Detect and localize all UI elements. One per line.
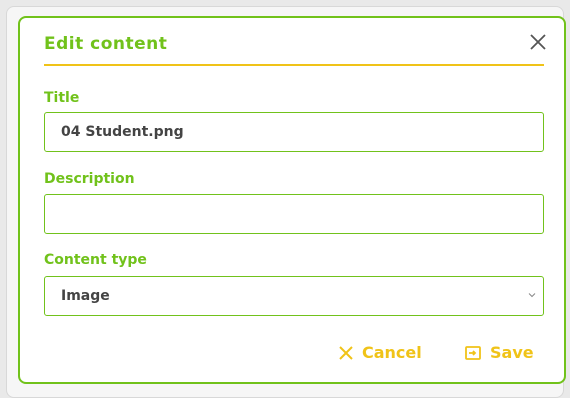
content-type-value: Image bbox=[61, 288, 110, 304]
description-label: Description bbox=[44, 171, 135, 187]
save-label: Save bbox=[490, 343, 534, 362]
save-button[interactable]: Save bbox=[464, 343, 534, 362]
title-input[interactable] bbox=[44, 112, 544, 152]
content-type-select[interactable]: Image bbox=[44, 276, 544, 316]
dialog-title: Edit content bbox=[44, 34, 168, 54]
edit-content-dialog: Edit content Title Description Content t… bbox=[18, 16, 566, 384]
cancel-button[interactable]: Cancel bbox=[338, 343, 422, 362]
close-icon bbox=[339, 345, 353, 360]
close-icon bbox=[530, 34, 546, 50]
title-label: Title bbox=[44, 90, 80, 106]
save-icon bbox=[465, 345, 481, 360]
close-button[interactable] bbox=[528, 32, 548, 52]
description-input[interactable] bbox=[44, 194, 544, 234]
cancel-label: Cancel bbox=[362, 343, 422, 362]
content-type-label: Content type bbox=[44, 252, 147, 268]
title-divider bbox=[44, 64, 544, 66]
chevron-down-icon bbox=[528, 293, 536, 298]
